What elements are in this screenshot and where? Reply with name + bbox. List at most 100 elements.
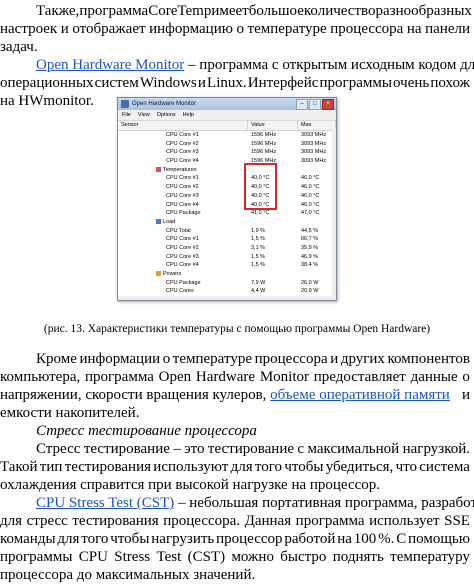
word: температуре (172, 351, 252, 367)
sensor-row[interactable]: CPU Total 1,9 % 44,5 % (118, 227, 336, 236)
sensor-value: 1596 MHz (251, 140, 277, 147)
word: Также, (36, 3, 80, 19)
para1-line1: Также, программа Core Temp имеет большое колич… (0, 2, 474, 20)
sensor-name-text: CPU Core #4 (166, 201, 199, 208)
word: и (197, 75, 206, 91)
sensor-row[interactable]: CPU Core #2 3,1 % 35,9 % (118, 244, 336, 253)
word: имеет (211, 3, 249, 19)
sensor-row[interactable]: CPU Core #4 1596 MHz 3093 MHz (118, 157, 336, 166)
sensor-name-text: CPU Package (166, 279, 201, 286)
sensor-group-row[interactable]: Powers (118, 270, 336, 279)
word: похож (430, 75, 470, 91)
column-value[interactable]: Value (248, 121, 298, 130)
word: Linux. (207, 75, 247, 91)
cpu-stress-test-link[interactable]: CPU Stress Test (CST) (36, 495, 174, 511)
sensor-row[interactable]: CPU Core #4 1,5 % 38,4 % (118, 261, 336, 270)
open-hardware-monitor-link[interactable]: Open Hardware Monitor (36, 57, 184, 73)
menu-file[interactable]: File (122, 110, 131, 120)
sensor-value (248, 270, 298, 279)
word: тип (39, 459, 63, 475)
word: Stress (114, 549, 151, 565)
word: тестирование (83, 441, 170, 457)
word: – (173, 441, 181, 457)
sensor-row[interactable]: CPU Core #4 40,0 °C 46,0 °C (118, 201, 336, 210)
sensor-row[interactable]: CPU Cores 4,4 W 20,9 W (118, 287, 336, 296)
sensor-row[interactable]: CPU Core #2 40,0 °C 46,0 °C (118, 183, 336, 192)
sensor-value: 1,5 % (251, 236, 266, 243)
word: Hardware (195, 369, 256, 385)
column-sensor[interactable]: Sensor (118, 121, 248, 130)
sensor-max: 46,0 °C (301, 201, 320, 208)
word: можно (231, 549, 274, 565)
para3-line1: Кроме информации о температуре процессора и др… (0, 350, 474, 368)
sensor-name: CPU Cores (118, 287, 248, 296)
power-icon (156, 271, 161, 277)
maximize-button[interactable]: □ (309, 99, 321, 110)
sensor-row[interactable]: CPU Core #2 1596 MHz 3093 MHz (118, 140, 336, 149)
sensor-row[interactable]: CPU Package 41,0 °C 47,0 °C (118, 209, 336, 218)
word: для (57, 531, 80, 547)
sensor-name-text: CPU Core #4 (166, 262, 199, 269)
sensor-max (298, 218, 336, 227)
para5-line3: команды для того чтобы нагрузить процессор раб… (0, 530, 474, 548)
ram-volume-link[interactable]: объеме оперативной памяти (270, 387, 450, 403)
sensor-row[interactable]: CPU Core #3 40,0 °C 46,0 °C (118, 192, 336, 201)
para3-line3-post: и (461, 387, 470, 403)
para4-line2: Такой тип тестирования используют для того что… (0, 458, 474, 476)
sensor-name-text: CPU Total (166, 227, 191, 234)
sensor-row[interactable]: CPU Package 7,9 W 26,0 W (118, 279, 336, 288)
column-max[interactable]: Max (298, 121, 336, 130)
sensor-name-text: Powers (163, 271, 182, 277)
minimize-button[interactable]: – (296, 99, 308, 110)
vertical-scrollbar[interactable] (332, 129, 336, 300)
word: температуру (390, 549, 470, 565)
sensor-row[interactable]: CPU Core #1 40,0 °C 46,0 °C (118, 174, 336, 183)
sensor-max: 26,0 W (301, 279, 319, 286)
word: чтобы (284, 459, 324, 475)
close-button[interactable]: × (322, 99, 334, 110)
word: о (162, 351, 171, 367)
sensor-group-row[interactable]: Load (118, 218, 336, 227)
sensor-name-text: CPU Core #2 (166, 244, 199, 251)
sensor-name: CPU Core #2 (118, 244, 248, 253)
word: Данная (244, 513, 292, 529)
word: Open (158, 369, 192, 385)
para2-line1: Open Hardware Monitor – программа с откр… (0, 56, 474, 74)
word: для (0, 513, 23, 529)
sensor-name-text: Load (163, 218, 176, 225)
horizontal-scrollbar[interactable] (118, 296, 336, 300)
word: с (297, 441, 305, 457)
sensor-max: 44,5 % (301, 227, 319, 234)
sensor-row[interactable]: CPU Core #3 1596 MHz 3093 MHz (118, 148, 336, 157)
sensor-name-text: CPU Core #1 (166, 132, 199, 138)
sensor-row[interactable]: CPU Core #1 1596 MHz 3093 MHz (118, 131, 336, 140)
word: нагрузкой. (402, 441, 470, 457)
word: компонентов (387, 351, 470, 367)
word: компьютера, (0, 369, 81, 385)
word: большое (248, 3, 304, 19)
word: на (406, 21, 422, 37)
sensor-group-row[interactable]: Temperatures (118, 166, 336, 175)
menu-view[interactable]: View (138, 110, 150, 120)
word: разнообразных (375, 3, 472, 19)
sensor-row[interactable]: CPU Core #3 1,5 % 46,9 % (118, 253, 336, 262)
ohm-column-header: Sensor Value Max (118, 121, 336, 131)
sensor-value: 1596 MHz (251, 149, 277, 156)
sensor-name-text: CPU Core #3 (166, 192, 199, 199)
sensor-value: 40,0 °C (251, 184, 270, 191)
word: количество (303, 3, 376, 19)
menu-help[interactable]: Help (183, 110, 194, 120)
sensor-name: CPU Core #4 (118, 261, 248, 270)
menu-options[interactable]: Options (157, 110, 176, 120)
word: Monitor (259, 369, 309, 385)
para4-line1: Стресс тестирование – это тестирование с макси… (0, 440, 474, 458)
word: программа (295, 513, 365, 529)
para3-line4: емкости накопителей. (0, 405, 140, 421)
sensor-name-text: CPU Core #2 (166, 184, 199, 191)
word: операционных (0, 75, 94, 91)
word: стресс (26, 513, 68, 529)
word: чтобы (110, 531, 150, 547)
sensor-value: 40,0 °C (251, 175, 270, 182)
sensor-row[interactable]: CPU Core #1 1,5 % 66,7 % (118, 235, 336, 244)
word: команды (0, 531, 56, 547)
